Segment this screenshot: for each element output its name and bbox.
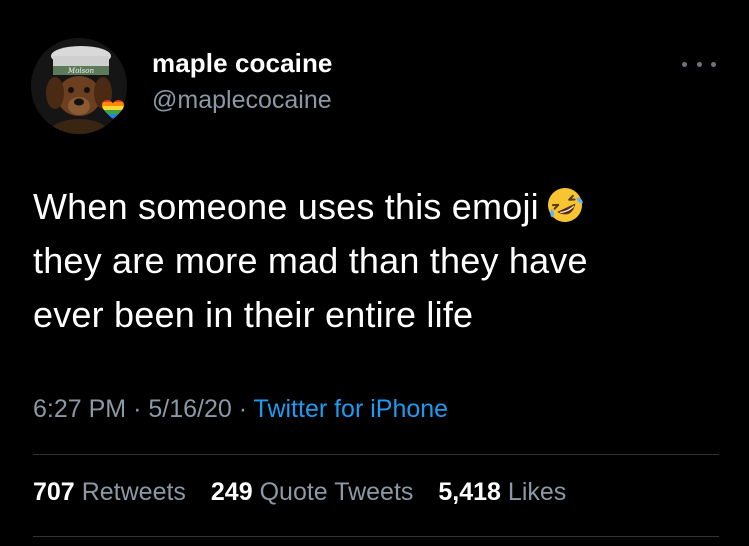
tweet-date[interactable]: 5/16/20 — [148, 395, 231, 423]
more-options-button[interactable] — [682, 54, 716, 74]
tweet-line-text: When someone uses this emoji — [33, 186, 539, 227]
meta-separator: · — [238, 395, 248, 423]
tweet-line: ever been in their entire life — [33, 294, 474, 335]
rolling-on-floor-laughing-icon — [547, 188, 583, 222]
tweet-line: they are more mad than they have — [33, 240, 588, 281]
quotes-label: Quote Tweets — [259, 478, 414, 506]
divider — [33, 536, 719, 537]
tweet-line: When someone uses this emoji — [33, 180, 723, 234]
likes-stat[interactable]: 5,418 Likes — [438, 478, 566, 506]
svg-text:Molson: Molson — [67, 67, 94, 75]
display-name[interactable]: maple cocaine — [152, 48, 333, 79]
likes-count: 5,418 — [438, 478, 501, 506]
quote-tweets-stat[interactable]: 249 Quote Tweets — [211, 478, 414, 506]
more-dot-icon — [682, 61, 687, 67]
tweet-card: Molson maple cocaine @maplecocaine When … — [0, 0, 749, 546]
tweet-time[interactable]: 6:27 PM — [33, 395, 126, 423]
likes-label: Likes — [507, 478, 567, 506]
tweet-source-link[interactable]: Twitter for iPhone — [254, 395, 449, 423]
rainbow-heart-icon — [102, 100, 124, 119]
more-dot-icon — [711, 61, 716, 67]
tweet-stats: 707 Retweets 249 Quote Tweets 5,418 Likes — [33, 478, 584, 507]
retweets-label: Retweets — [81, 478, 186, 506]
more-dot-icon — [696, 61, 702, 67]
retweets-count: 707 — [33, 478, 75, 506]
user-handle[interactable]: @maplecocaine — [152, 86, 332, 115]
retweets-stat[interactable]: 707 Retweets — [33, 478, 186, 506]
tweet-text: When someone uses this emoji they are mo… — [33, 180, 723, 342]
divider — [33, 454, 719, 455]
tweet-meta: 6:27 PM · 5/16/20 · Twitter for iPhone — [33, 395, 448, 424]
quotes-count: 249 — [210, 478, 253, 506]
meta-separator: · — [133, 395, 142, 423]
